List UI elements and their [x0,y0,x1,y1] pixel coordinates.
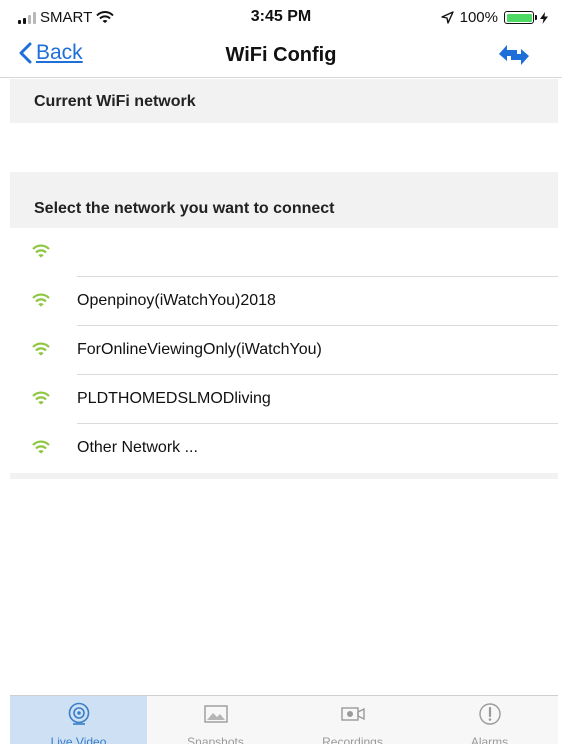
select-network-title: Select the network you want to connect [34,200,335,217]
network-row[interactable]: Openpinoy(iWatchYou)2018 [10,277,558,326]
wifi-icon [32,391,50,405]
tab-snapshots[interactable]: Snapshots [147,696,284,744]
page-title: WiFi Config [225,44,337,66]
network-list: Openpinoy(iWatchYou)2018 ForOnlineViewing… [10,228,558,473]
network-row[interactable] [10,228,558,277]
network-row[interactable]: PLDTHOMEDSLMODliving [10,375,558,424]
wifi-icon [32,440,50,454]
tab-label: Recordings [322,735,383,744]
image-icon [203,705,228,723]
navigation-bar: Back WiFi Config [0,34,562,78]
network-name: PLDTHOMEDSLMODliving [77,390,271,407]
wifi-icon [32,293,50,307]
refresh-arrows-icon[interactable] [496,40,532,70]
wifi-icon [32,342,50,356]
list-footer [10,473,558,479]
tab-bar: Live Video Snapshots Recordings Alarms [10,695,558,744]
charging-bolt-icon [540,11,548,24]
tab-label: Alarms [470,735,509,744]
current-wifi-title: Current WiFi network [34,93,196,110]
tab-alarms[interactable]: Alarms [421,696,558,744]
network-row[interactable]: ForOnlineViewingOnly(iWatchYou) [10,326,558,375]
network-name: ForOnlineViewingOnly(iWatchYou) [77,341,322,358]
tab-label: Live Video [50,735,107,744]
tab-recordings[interactable]: Recordings [284,696,421,744]
video-camera-icon [340,707,365,721]
battery-percent: 100% [459,9,498,26]
wifi-icon [32,244,50,258]
select-network-header: Select the network you want to connect [10,172,558,228]
status-bar: SMART 3:45 PM 100% [0,0,562,34]
network-row[interactable]: Other Network ... [10,424,558,473]
battery-icon [504,11,537,24]
network-name: Other Network ... [77,439,198,456]
tab-label: Snapshots [187,735,244,744]
status-right: 100% [440,9,548,26]
tab-live-video[interactable]: Live Video [10,696,147,744]
current-wifi-header: Current WiFi network [10,79,558,123]
network-name: Openpinoy(iWatchYou)2018 [77,292,276,309]
location-arrow-icon [440,11,454,24]
webcam-icon [68,702,89,725]
alert-icon [478,703,501,725]
